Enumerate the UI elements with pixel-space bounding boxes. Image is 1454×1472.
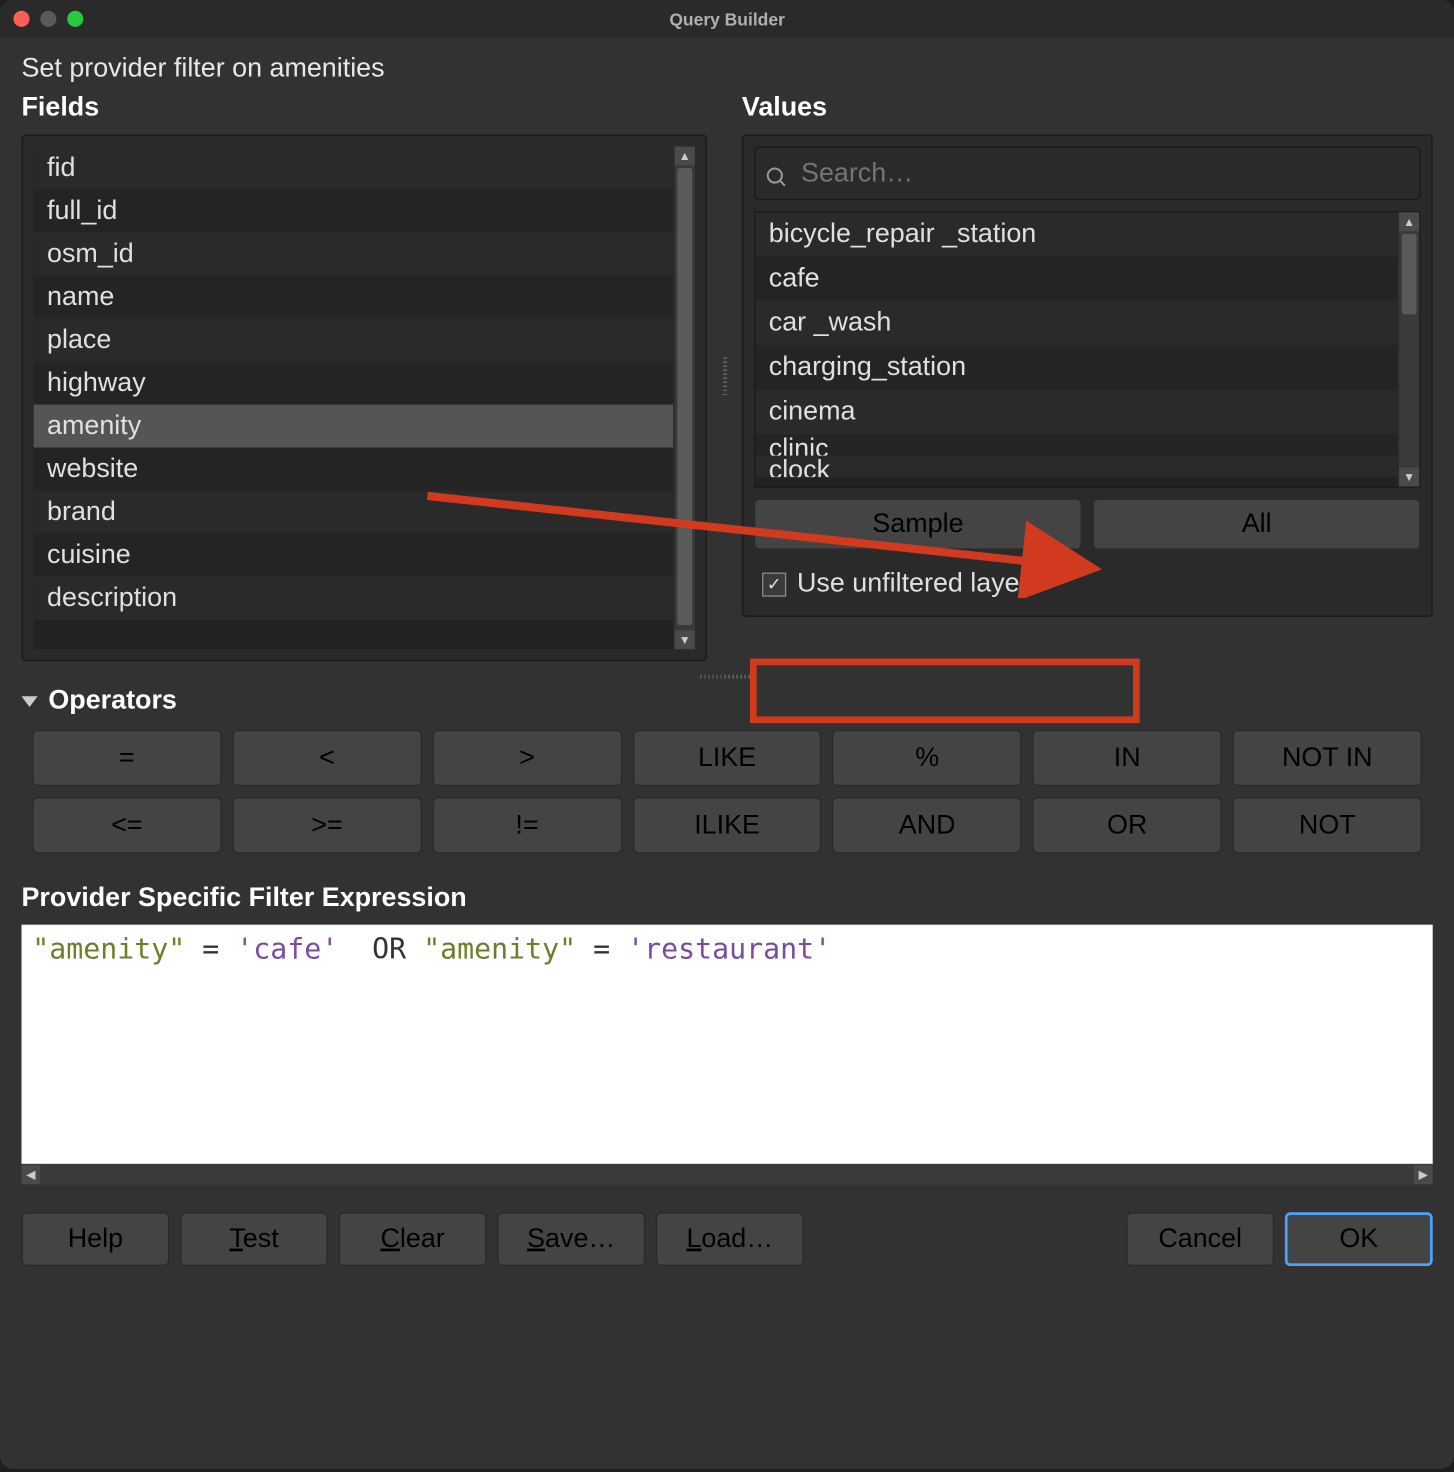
operators-section: Operators =<>LIKE%INNOT IN <=>=!=ILIKEAND… [22, 685, 1433, 858]
scroll-thumb[interactable] [1402, 234, 1417, 315]
use-unfiltered-label: Use unfiltered layer [797, 569, 1029, 600]
operator--[interactable]: > [432, 730, 621, 786]
panel-splitter[interactable] [720, 93, 728, 662]
fields-listbox[interactable]: fidfull_idosm_idnameplacehighwayamenityw… [34, 146, 674, 649]
ok-button[interactable]: OK [1285, 1212, 1433, 1266]
query-builder-window: Query Builder Set provider filter on ame… [0, 0, 1454, 1469]
window-content: Set provider filter on amenities Fields … [0, 38, 1454, 1288]
bottom-button-row: Help Test Clear Save… Load… Cancel OK [22, 1191, 1433, 1288]
expression-heading: Provider Specific Filter Expression [22, 883, 1433, 914]
field-row-osm_id[interactable]: osm_id [34, 233, 674, 276]
load-button[interactable]: Load… [656, 1212, 804, 1266]
operator--[interactable]: != [432, 797, 621, 853]
use-unfiltered-row[interactable]: ✓ Use unfiltered layer [754, 563, 1421, 605]
values-panel-inner: bicycle_repair _stationcafecar _washchar… [742, 134, 1433, 616]
values-panel: Values bicycle_repair _stationcafecar _w… [742, 93, 1433, 662]
value-row-charging_station[interactable]: charging_station [755, 345, 1397, 389]
use-unfiltered-checkbox[interactable]: ✓ [762, 572, 786, 596]
traffic-lights [0, 11, 83, 27]
operator-or[interactable]: OR [1033, 797, 1222, 853]
scroll-left-icon[interactable]: ◀ [22, 1165, 41, 1184]
operator-not-in[interactable]: NOT IN [1233, 730, 1422, 786]
scroll-right-icon[interactable]: ▶ [1414, 1165, 1433, 1184]
operator--[interactable]: % [833, 730, 1022, 786]
operator-not[interactable]: NOT [1233, 797, 1422, 853]
operator-like[interactable]: LIKE [632, 730, 821, 786]
operators-grid: =<>LIKE%INNOT IN <=>=!=ILIKEANDORNOT [22, 730, 1433, 854]
operator--[interactable]: = [32, 730, 221, 786]
value-row-clinic[interactable]: clinic [755, 434, 1397, 456]
sample-button[interactable]: Sample [754, 499, 1082, 550]
field-row-website[interactable]: website [34, 448, 674, 491]
operator-and[interactable]: AND [833, 797, 1022, 853]
value-row-cafe[interactable]: cafe [755, 257, 1397, 301]
field-row-description[interactable]: description [34, 577, 674, 620]
help-button[interactable]: Help [22, 1212, 170, 1266]
scroll-down-icon[interactable]: ▼ [1399, 468, 1419, 487]
operator-in[interactable]: IN [1033, 730, 1222, 786]
values-scrollbar[interactable]: ▲ ▼ [1398, 212, 1420, 486]
cancel-button[interactable]: Cancel [1126, 1212, 1274, 1266]
field-row-highway[interactable]: highway [34, 362, 674, 405]
all-button[interactable]: All [1093, 499, 1421, 550]
operator--[interactable]: <= [32, 797, 221, 853]
value-row-car_wash[interactable]: car _wash [755, 301, 1397, 345]
field-row-full_id[interactable]: full_id [34, 190, 674, 233]
fields-panel: Fields fidfull_idosm_idnameplacehighwaya… [22, 93, 707, 662]
value-row-bicycle_repair_station[interactable]: bicycle_repair _station [755, 212, 1397, 256]
minimize-window-button[interactable] [40, 11, 56, 27]
scroll-down-icon[interactable]: ▼ [675, 630, 695, 649]
values-heading: Values [742, 93, 1433, 124]
expression-editor[interactable]: "amenity" = 'cafe' OR "amenity" = 'resta… [22, 925, 1433, 1164]
scroll-up-icon[interactable]: ▲ [675, 146, 695, 165]
field-row-name[interactable]: name [34, 276, 674, 319]
values-listbox[interactable]: bicycle_repair _stationcafecar _washchar… [755, 212, 1397, 486]
field-row-brand[interactable]: brand [34, 491, 674, 534]
maximize-window-button[interactable] [67, 11, 83, 27]
value-row-cinema[interactable]: cinema [755, 390, 1397, 434]
fields-scrollbar[interactable]: ▲ ▼ [673, 146, 695, 649]
scroll-up-icon[interactable]: ▲ [1399, 212, 1419, 231]
close-window-button[interactable] [13, 11, 29, 27]
horizontal-splitter[interactable] [22, 672, 1433, 680]
clear-button[interactable]: Clear [339, 1212, 487, 1266]
field-row-cuisine[interactable]: cuisine [34, 534, 674, 577]
disclosure-triangle-icon[interactable] [22, 696, 38, 707]
operator-ilike[interactable]: ILIKE [632, 797, 821, 853]
field-row-place[interactable]: place [34, 319, 674, 362]
window-title: Query Builder [0, 9, 1454, 29]
fields-heading: Fields [22, 93, 707, 124]
titlebar: Query Builder [0, 0, 1454, 38]
values-search-input[interactable] [754, 146, 1421, 200]
field-row-amenity[interactable]: amenity [34, 405, 674, 448]
save-button[interactable]: Save… [497, 1212, 645, 1266]
test-button[interactable]: Test [180, 1212, 328, 1266]
expression-hscrollbar[interactable]: ◀ ▶ [22, 1164, 1433, 1186]
fields-listbox-container: fidfull_idosm_idnameplacehighwayamenityw… [22, 134, 707, 661]
operators-header[interactable]: Operators [22, 685, 1433, 716]
value-row-clock[interactable]: clock [755, 456, 1397, 478]
scroll-thumb[interactable] [677, 168, 692, 625]
search-icon [765, 165, 789, 189]
operator--[interactable]: < [232, 730, 421, 786]
operator--[interactable]: >= [232, 797, 421, 853]
operators-heading: Operators [48, 685, 176, 716]
field-row-fid[interactable]: fid [34, 146, 674, 189]
subtitle-label: Set provider filter on amenities [22, 54, 1433, 85]
